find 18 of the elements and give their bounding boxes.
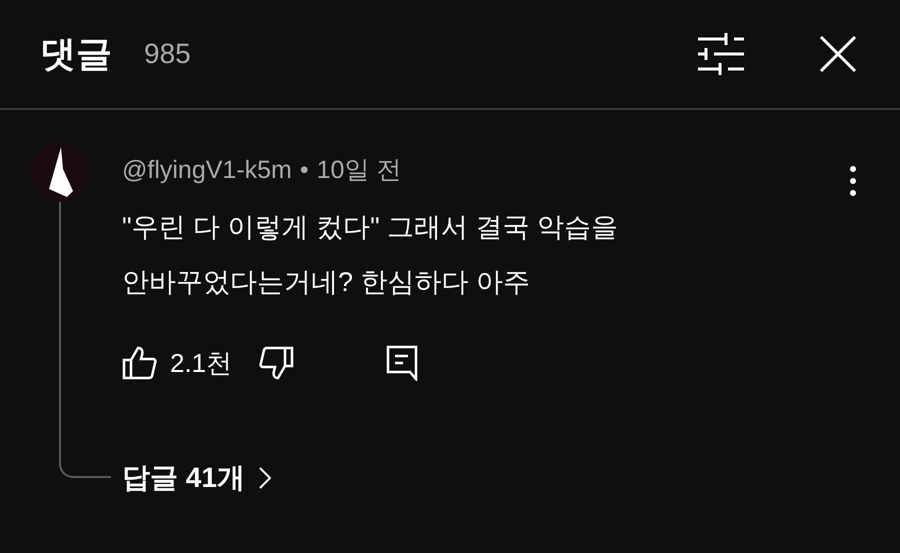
comment-count: 985: [144, 37, 191, 71]
comment-text: "우린 다 이렇게 컸다" 그래서 결국 악습을: [122, 211, 620, 244]
comment-author[interactable]: @flyingV1-k5m: [122, 152, 292, 190]
thumbs-down-icon: [258, 346, 294, 380]
comment-text: 안바꾸었다는거네? 한심하다 아주: [122, 266, 532, 299]
more-icon: [850, 166, 856, 196]
separator: •: [300, 155, 309, 186]
comment-icon: [386, 345, 418, 381]
replies-link[interactable]: 답글 41개: [122, 458, 271, 498]
sliders-icon: [698, 33, 746, 75]
thumbs-up-icon: [122, 346, 158, 380]
close-icon: [820, 36, 856, 72]
like-button[interactable]: 2.1천: [122, 344, 232, 382]
comment-time: 10일 전: [316, 155, 402, 186]
reply-button[interactable]: [386, 345, 418, 381]
chevron-right-icon: [258, 467, 271, 489]
dislike-button[interactable]: [258, 346, 294, 380]
panel-title: 댓글: [40, 32, 112, 76]
